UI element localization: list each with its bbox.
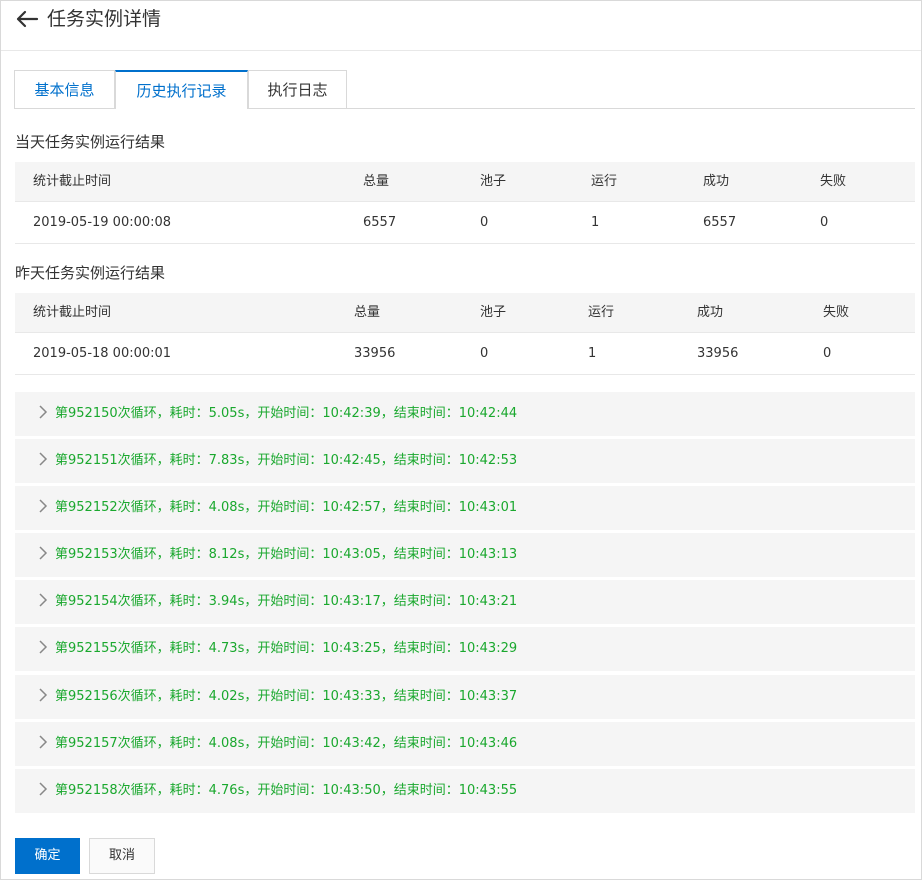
table-cell: 0 xyxy=(823,346,832,361)
chevron-right-icon xyxy=(37,545,49,561)
loop-record-item[interactable]: 第952157次循环，耗时：4.08s，开始时间：10:43:42，结束时间：1… xyxy=(15,722,915,766)
loop-record-text: 第952152次循环，耗时：4.08s，开始时间：10:42:57，结束时间：1… xyxy=(55,500,518,515)
column-header: 成功 xyxy=(697,305,724,320)
loop-record-text: 第952155次循环，耗时：4.73s，开始时间：10:43:25，结束时间：1… xyxy=(55,641,518,656)
yesterday-section-title: 昨天任务实例运行结果 xyxy=(15,264,166,282)
column-header: 统计截止时间 xyxy=(33,305,112,320)
column-header: 失败 xyxy=(820,174,847,189)
back-arrow-icon[interactable] xyxy=(15,9,39,29)
page-title: 任务实例详情 xyxy=(47,8,162,30)
loop-record-text: 第952157次循环，耗时：4.08s，开始时间：10:43:42，结束时间：1… xyxy=(55,736,518,751)
task-instance-detail-panel: 任务实例详情 基本信息 历史执行记录 执行日志 当天任务实例运行结果 统计截止时… xyxy=(0,0,922,880)
column-header: 成功 xyxy=(703,174,730,189)
chevron-right-icon xyxy=(37,498,49,514)
loop-record-text: 第952158次循环，耗时：4.76s，开始时间：10:43:50，结束时间：1… xyxy=(55,783,518,798)
tab-bar: 基本信息 历史执行记录 执行日志 xyxy=(14,70,915,109)
chevron-right-icon xyxy=(37,781,49,797)
loop-record-text: 第952154次循环，耗时：3.94s，开始时间：10:43:17，结束时间：1… xyxy=(55,594,518,609)
column-header: 总量 xyxy=(354,305,381,320)
column-header: 池子 xyxy=(480,305,507,320)
loop-record-text: 第952156次循环，耗时：4.02s，开始时间：10:43:33，结束时间：1… xyxy=(55,689,518,704)
table-cell: 0 xyxy=(480,346,489,361)
chevron-right-icon xyxy=(37,451,49,467)
table-cell: 1 xyxy=(591,215,600,230)
tab-execution-log[interactable]: 执行日志 xyxy=(248,70,347,108)
table-cell: 2019-05-18 00:00:01 xyxy=(33,346,172,361)
loop-record-text: 第952150次循环，耗时：5.05s，开始时间：10:42:39，结束时间：1… xyxy=(55,406,518,421)
table-cell: 0 xyxy=(480,215,489,230)
loop-record-item[interactable]: 第952156次循环，耗时：4.02s，开始时间：10:43:33，结束时间：1… xyxy=(15,675,915,719)
loop-record-item[interactable]: 第952151次循环，耗时：7.83s，开始时间：10:42:45，结束时间：1… xyxy=(15,439,915,483)
chevron-right-icon xyxy=(37,592,49,608)
loop-record-item[interactable]: 第952152次循环，耗时：4.08s，开始时间：10:42:57，结束时间：1… xyxy=(15,486,915,530)
loop-record-text: 第952153次循环，耗时：8.12s，开始时间：10:43:05，结束时间：1… xyxy=(55,547,518,562)
cancel-button[interactable]: 取消 xyxy=(89,838,155,874)
table-header: 统计截止时间 总量 池子 运行 成功 失败 xyxy=(15,162,915,202)
chevron-right-icon xyxy=(37,734,49,750)
today-section-title: 当天任务实例运行结果 xyxy=(15,133,166,151)
table-cell: 6557 xyxy=(363,215,397,230)
table-row: 2019-05-19 00:00:08 6557 0 1 6557 0 xyxy=(15,202,915,244)
confirm-button[interactable]: 确定 xyxy=(15,838,80,874)
page-header: 任务实例详情 xyxy=(1,1,921,51)
tab-basic-info[interactable]: 基本信息 xyxy=(14,70,115,108)
chevron-right-icon xyxy=(37,404,49,420)
table-header: 统计截止时间 总量 池子 运行 成功 失败 xyxy=(15,293,915,333)
loop-record-item[interactable]: 第952153次循环，耗时：8.12s，开始时间：10:43:05，结束时间：1… xyxy=(15,533,915,577)
column-header: 总量 xyxy=(363,174,390,189)
column-header: 失败 xyxy=(823,305,850,320)
chevron-right-icon xyxy=(37,687,49,703)
column-header: 统计截止时间 xyxy=(33,174,112,189)
column-header: 池子 xyxy=(480,174,507,189)
tab-history-records[interactable]: 历史执行记录 xyxy=(115,70,248,109)
table-cell: 0 xyxy=(820,215,829,230)
loop-record-text: 第952151次循环，耗时：7.83s，开始时间：10:42:45，结束时间：1… xyxy=(55,453,518,468)
table-cell: 33956 xyxy=(354,346,396,361)
column-header: 运行 xyxy=(588,305,615,320)
today-stats-table: 统计截止时间 总量 池子 运行 成功 失败 2019-05-19 00:00:0… xyxy=(15,162,915,244)
loop-record-item[interactable]: 第952155次循环，耗时：4.73s，开始时间：10:43:25，结束时间：1… xyxy=(15,627,915,671)
chevron-right-icon xyxy=(37,639,49,655)
yesterday-stats-table: 统计截止时间 总量 池子 运行 成功 失败 2019-05-18 00:00:0… xyxy=(15,293,915,375)
loop-record-item[interactable]: 第952158次循环，耗时：4.76s，开始时间：10:43:50，结束时间：1… xyxy=(15,769,915,813)
table-cell: 33956 xyxy=(697,346,739,361)
loop-record-item[interactable]: 第952154次循环，耗时：3.94s，开始时间：10:43:17，结束时间：1… xyxy=(15,580,915,624)
loop-record-item[interactable]: 第952150次循环，耗时：5.05s，开始时间：10:42:39，结束时间：1… xyxy=(15,392,915,436)
table-cell: 6557 xyxy=(703,215,737,230)
table-cell: 2019-05-19 00:00:08 xyxy=(33,215,172,230)
table-cell: 1 xyxy=(588,346,597,361)
column-header: 运行 xyxy=(591,174,618,189)
table-row: 2019-05-18 00:00:01 33956 0 1 33956 0 xyxy=(15,333,915,375)
